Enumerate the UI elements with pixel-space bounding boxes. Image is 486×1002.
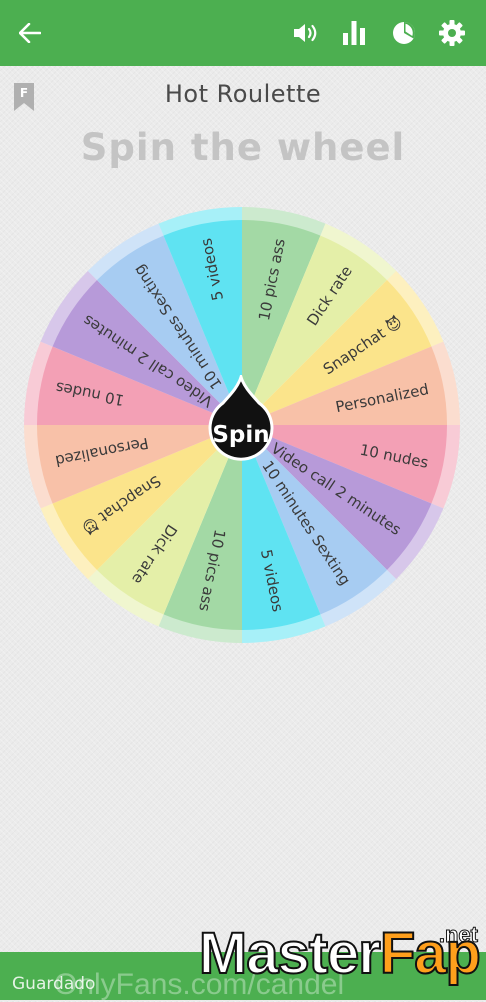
volume-icon[interactable] xyxy=(286,13,326,53)
watermark-master: Master xyxy=(198,921,382,986)
page-subtitle: Spin the wheel xyxy=(80,126,406,169)
bar-chart-icon[interactable] xyxy=(334,13,374,53)
masterfap-watermark: MasterFap xyxy=(198,924,482,984)
back-arrow-icon[interactable] xyxy=(10,13,50,53)
gear-icon[interactable] xyxy=(432,13,472,53)
spin-pointer-icon xyxy=(208,375,274,461)
pie-chart-icon[interactable] xyxy=(384,13,424,53)
spin-button[interactable]: Spin xyxy=(207,375,275,469)
top-app-bar xyxy=(0,0,486,66)
watermark-fap: Fap xyxy=(379,921,482,986)
spin-label: Spin xyxy=(212,422,270,448)
page-title: Hot Roulette xyxy=(164,80,322,108)
